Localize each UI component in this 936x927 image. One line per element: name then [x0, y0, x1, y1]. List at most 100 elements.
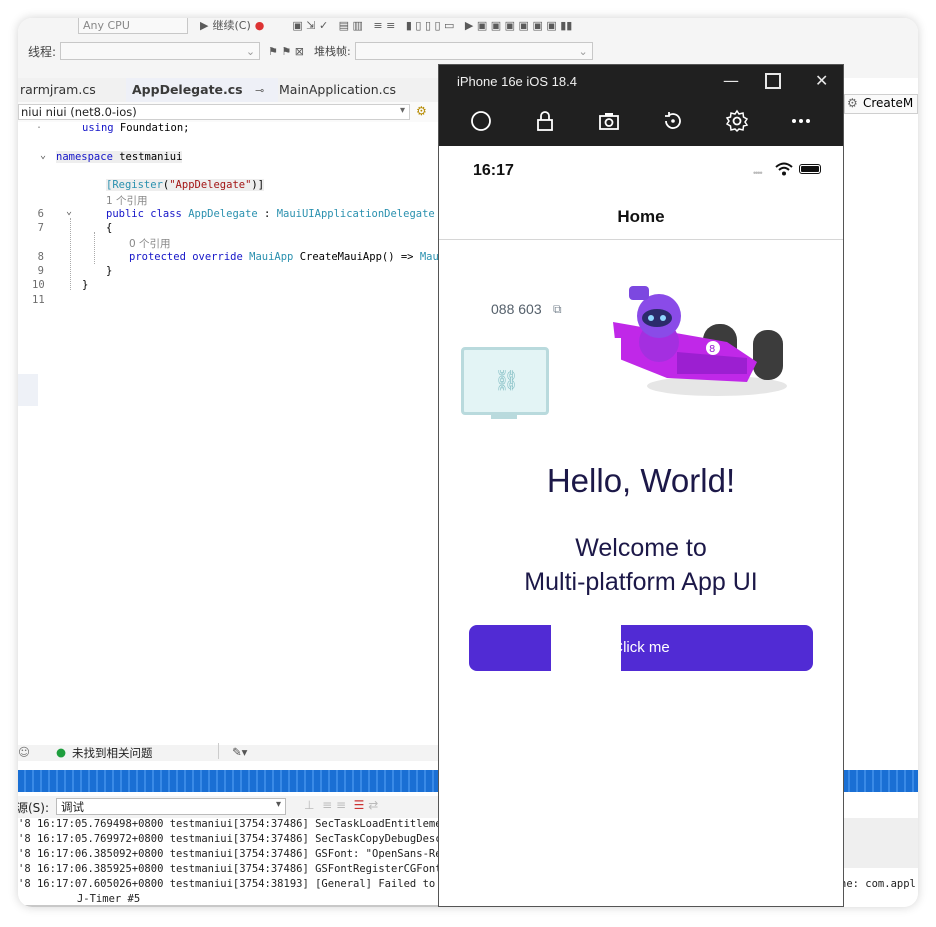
chevron-down-icon: ▾	[399, 105, 405, 116]
line-number: 6	[37, 208, 44, 220]
member-dropdown[interactable]: ⚙ CreateM	[844, 94, 918, 114]
nav-title: Home	[617, 207, 665, 226]
outline-dot: .	[36, 120, 43, 131]
project-name: niui niui (net8.0-ios)	[21, 105, 137, 119]
phone-time: 16:17	[473, 162, 514, 179]
code-line-namespace: namespace testmaniui	[56, 151, 183, 163]
line-number: 9	[37, 265, 44, 277]
stackframe-select[interactable]: ⌄	[354, 42, 593, 60]
divider	[218, 743, 219, 759]
screenshot-frame: Any CPU ▶ 继续(C) ● ▣ ⇲ ✓ ▤ ▥ ≡ ≡ ▮ ▯ ▯ ▯ …	[18, 18, 918, 907]
welcome-line-2: Multi-platform App UI	[524, 568, 758, 596]
stop-icon[interactable]: ●	[255, 19, 265, 32]
home-icon[interactable]	[469, 109, 493, 133]
code-line-createmauiapp: protected override MauiApp CreateMauiApp…	[129, 251, 464, 263]
continue-button[interactable]: 继续(C)	[212, 18, 250, 33]
copilot-icon[interactable]: ☺	[18, 745, 30, 759]
output-line: '8 16:17:07.605026+0800 testmaniui[3754:…	[18, 878, 467, 890]
rotate-icon[interactable]	[661, 109, 685, 133]
tab-mainapplication[interactable]: MainApplication.cs	[273, 78, 402, 102]
brush-icon[interactable]: ✎▾	[232, 745, 247, 759]
chevron-down-icon: ▾	[275, 799, 281, 810]
code-line-brace-open: {	[106, 222, 113, 234]
output-line: '8 16:17:05.769498+0800 testmaniui[3754:…	[18, 818, 461, 830]
thread-select[interactable]: ⌄	[60, 42, 261, 60]
output-line: J-Timer #5	[58, 893, 141, 905]
output-toolbar-icons[interactable]: ⊥ ≡ ≡ ☰ ⇄	[304, 798, 378, 812]
toolbar-row-2: 线程: ⌄ ⚑ ⚑ ⊠ 堆栈帧: ⌄	[18, 38, 918, 64]
close-icon[interactable]: ✕	[815, 71, 828, 90]
output-line: '8 16:17:06.385092+0800 testmaniui[3754:…	[18, 848, 467, 860]
maximize-icon[interactable]	[765, 73, 781, 89]
issues-status[interactable]: 未找到相关问题	[72, 745, 153, 761]
reference-count[interactable]: 0 个引用	[129, 236, 171, 251]
hello-heading: Hello, World!	[546, 462, 736, 499]
project-dropdown[interactable]: niui niui (net8.0-ios) ▾	[18, 104, 410, 120]
output-line-tail: ne: com.appl	[840, 878, 916, 890]
tab-appdelegate[interactable]: AppDelegate.cs ⊸ ✕	[126, 78, 278, 122]
toolbar-row-1: Any CPU ▶ 继续(C) ● ▣ ⇲ ✓ ▤ ▥ ≡ ≡ ▮ ▯ ▯ ▯ …	[18, 18, 918, 38]
class-icon: ⚙	[416, 104, 427, 118]
platform-select[interactable]: Any CPU	[78, 18, 188, 34]
code-editor[interactable]: using Foundation; . ⌄ namespace testmani…	[18, 120, 464, 742]
click-me-button[interactable]: Click me	[469, 625, 813, 671]
toolbar-icons[interactable]: ▣ ⇲ ✓ ▤ ▥ ≡ ≡ ▮ ▯ ▯ ▯ ▭ ▶ ▣ ▣ ▣ ▣ ▣ ▣ ▮▮	[292, 19, 572, 32]
svg-text:8: 8	[709, 344, 715, 355]
selection-margin-highlight	[18, 374, 38, 406]
side-panel	[844, 818, 918, 868]
output-toolbar: 源(S): 调试 ▾ ⊥ ≡ ≡ ☰ ⇄	[18, 796, 448, 818]
stackframe-label: 堆栈帧:	[313, 45, 351, 58]
member-name: CreateM	[863, 96, 914, 110]
more-icon[interactable]	[789, 109, 813, 133]
flag-icon[interactable]: ⚑ ⚑ ⊠	[268, 45, 304, 58]
pin-icon[interactable]: ⊸	[255, 84, 264, 97]
line-number: 11	[32, 294, 45, 306]
line-number: 8	[37, 251, 44, 263]
monitor-stand	[491, 415, 517, 419]
tab-program[interactable]: rarmjram.cs	[18, 78, 102, 102]
status-bar: ☺ ● 未找到相关问题 ✎▾	[18, 743, 488, 761]
overlay-white-patch	[551, 612, 621, 676]
code-line-register: [Register("AppDelegate")]	[106, 179, 265, 191]
code-line-brace-close: }	[82, 279, 89, 291]
phone-screen[interactable]: 16:17 •••• Home 8 088 603 ⧉ ⛓ Hello, Wor…	[439, 146, 843, 906]
tab-label: AppDelegate.cs	[132, 82, 243, 97]
disconnected-monitor-icon: ⛓	[461, 347, 549, 415]
output-source-label: 源(S):	[18, 801, 50, 815]
ios-simulator-window: iPhone 16e iOS 18.4 — ✕ 16:17 •••• Home …	[438, 64, 844, 907]
dotnet-bot-image: 8	[613, 286, 787, 396]
welcome-line-1: Welcome to	[575, 534, 707, 562]
document-tabs: rarmjram.cs AppDelegate.cs ⊸ ✕ MainAppli…	[18, 78, 448, 122]
settings-icon[interactable]	[725, 109, 749, 133]
minimize-icon[interactable]: —	[723, 71, 739, 90]
thread-label: 线程:	[28, 44, 57, 59]
overlay-code: 088 603	[491, 301, 542, 317]
line-number: 7	[37, 222, 44, 234]
method-icon: ⚙	[847, 96, 858, 110]
output-source-value: 调试	[61, 800, 84, 814]
collapse-chevron-icon[interactable]: ⌄	[40, 150, 46, 161]
simulator-titlebar: iPhone 16e iOS 18.4 — ✕	[439, 65, 843, 146]
play-icon[interactable]: ▶	[200, 19, 208, 32]
output-source-select[interactable]: 调试 ▾	[56, 798, 286, 815]
line-number: 10	[32, 279, 45, 291]
simulator-title: iPhone 16e iOS 18.4	[457, 74, 577, 89]
overlay-white-patch	[439, 676, 487, 756]
broken-link-icon: ⛓	[494, 370, 520, 392]
wifi-icon	[775, 162, 793, 176]
collapse-chevron-icon[interactable]: ⌄	[66, 206, 72, 217]
code-line-class: public class AppDelegate : MauiUIApplica…	[106, 208, 435, 220]
output-line: '8 16:17:06.385925+0800 testmaniui[3754:…	[18, 863, 467, 875]
screenshot-icon[interactable]	[597, 109, 621, 133]
navigation-bar: niui niui (net8.0-ios) ▾ ⚙	[18, 102, 448, 123]
battery-icon	[799, 164, 821, 174]
indent-guide	[70, 218, 71, 290]
code-line-using: using Foundation;	[82, 122, 190, 134]
copy-icon[interactable]: ⧉	[553, 302, 562, 317]
check-circle-icon: ●	[56, 745, 67, 759]
code-line-brace-close: }	[106, 265, 113, 277]
indent-guide	[94, 232, 95, 264]
reference-count[interactable]: 1 个引用	[106, 193, 148, 208]
lock-icon[interactable]	[533, 109, 557, 133]
output-line: '8 16:17:05.769972+0800 testmaniui[3754:…	[18, 833, 467, 845]
